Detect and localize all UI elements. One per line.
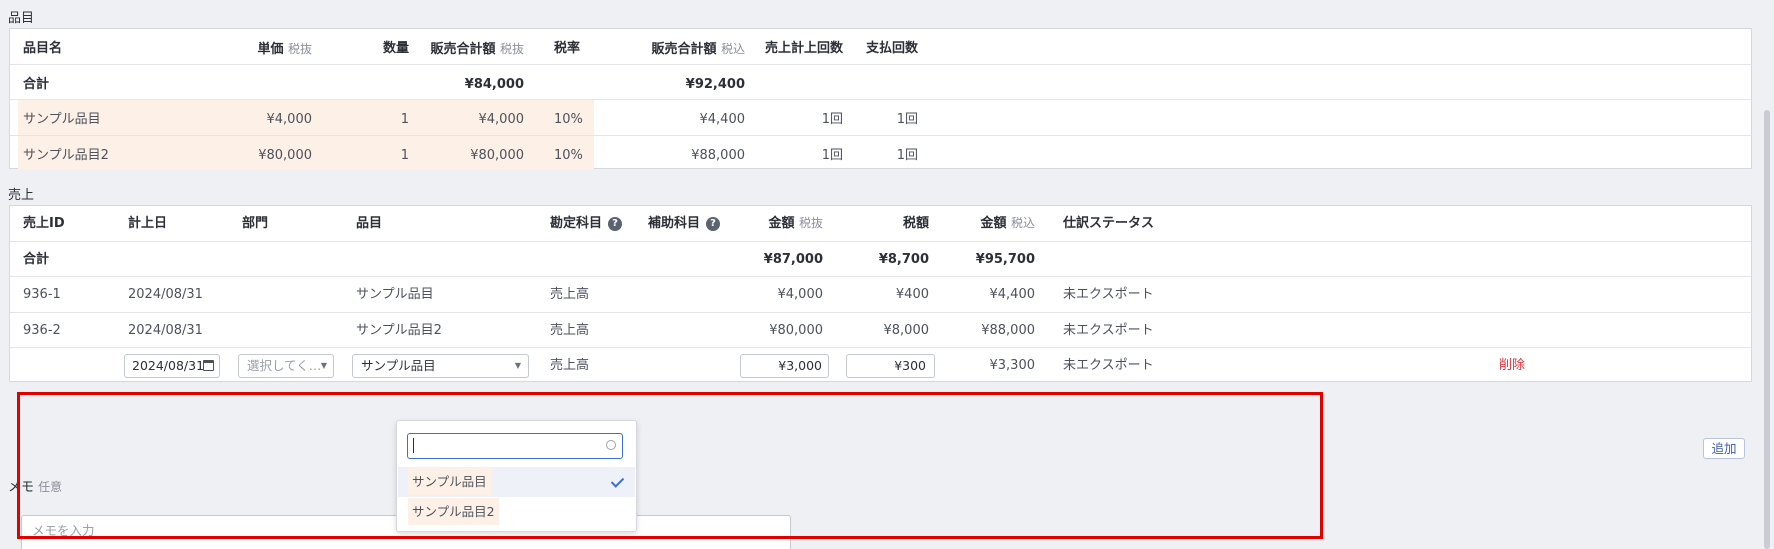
- items-total-row: 合計 ¥84,000 ¥92,400: [10, 64, 1751, 104]
- col-item-name: 品目名: [23, 41, 63, 56]
- count-sales: 1回: [821, 112, 843, 127]
- sales-id: 936-2: [23, 323, 61, 338]
- item-select[interactable]: サンプル品目 ▼: [352, 354, 529, 378]
- sales-account: 売上高: [550, 287, 590, 302]
- col-sales-id: 売上ID: [23, 216, 65, 231]
- caret-down-icon: ▼: [320, 361, 327, 370]
- col-account: 勘定科目?: [550, 206, 623, 241]
- col-unit-price: 単価 税抜: [257, 42, 312, 57]
- count-payments: 1回: [896, 112, 918, 127]
- amount-input[interactable]: ¥3,000: [740, 354, 829, 378]
- total-amount-incl: ¥95,700: [975, 252, 1035, 267]
- col-count-sales: 売上計上回数: [764, 41, 843, 56]
- table-row: 936-2 2024/08/31 サンプル品目2 売上高 ¥80,000 ¥8,…: [10, 312, 1751, 347]
- qty: 1: [400, 148, 409, 163]
- sales-amount: ¥4,000: [777, 287, 824, 302]
- col-sub-account: 補助科目?: [648, 206, 721, 241]
- item-name: サンプル品目2: [23, 148, 109, 163]
- unit-price: ¥4,000: [266, 112, 313, 127]
- col-dept: 部門: [242, 216, 269, 231]
- sales-total-incl: ¥88,000: [691, 148, 745, 163]
- sales-tax: ¥400: [895, 287, 929, 302]
- sales-date: 2024/08/31: [128, 287, 203, 302]
- total-amount: ¥87,000: [763, 252, 823, 267]
- col-qty: 数量: [382, 41, 409, 56]
- edit-status: 未エクスポート: [1063, 358, 1154, 373]
- sales-total-row: 合計 ¥87,000 ¥8,700 ¥95,700: [10, 241, 1751, 276]
- total-label: 合計: [23, 252, 50, 267]
- count-payments: 1回: [896, 148, 918, 163]
- unit-price: ¥80,000: [258, 148, 312, 163]
- col-tax-rate: 税率: [554, 41, 581, 56]
- col-amount: 金額 税抜: [768, 216, 823, 231]
- items-table: 品目名 単価 税抜 数量 販売合計額 税抜 税率 販売合計額 税込 売上計上回数…: [9, 28, 1752, 170]
- sales-item: サンプル品目2: [356, 323, 442, 338]
- col-amount-incl: 金額 税込: [980, 216, 1035, 231]
- sales-item: サンプル品目: [356, 287, 434, 302]
- help-icon[interactable]: ?: [608, 216, 623, 231]
- sales-tax: ¥8,000: [883, 323, 930, 338]
- table-row: 936-1 2024/08/31 サンプル品目 売上高 ¥4,000 ¥400 …: [10, 276, 1751, 312]
- edit-amount-incl: ¥3,300: [989, 358, 1036, 373]
- date-input[interactable]: 2024/08/31: [124, 354, 220, 378]
- sales-account: 売上高: [550, 323, 590, 338]
- dept-select[interactable]: 選択してく… ▼: [238, 354, 334, 378]
- sales-total: ¥80,000: [470, 148, 524, 163]
- scrollbar-thumb[interactable]: [1764, 110, 1770, 549]
- sales-status: 未エクスポート: [1063, 323, 1154, 338]
- sales-edit-row: 2024/08/31 選択してく… ▼ サンプル品目 ▼ 売上高 ¥3,000 …: [10, 347, 1751, 382]
- total-tax: ¥8,700: [878, 252, 929, 267]
- item-name: サンプル品目: [23, 112, 101, 127]
- edit-account: 売上高: [550, 358, 590, 373]
- sales-header-row: 売上ID 計上日 部門 品目 勘定科目? 補助科目? 金額 税抜 税額 金額 税…: [10, 206, 1751, 241]
- col-tax: 税額: [902, 216, 929, 231]
- sales-amount-incl: ¥88,000: [981, 323, 1035, 338]
- count-sales: 1回: [821, 148, 843, 163]
- col-sales-total-incl: 販売合計額 税込: [651, 42, 745, 57]
- tax-input[interactable]: ¥300: [846, 354, 935, 378]
- col-sales-total: 販売合計額 税抜: [430, 42, 524, 57]
- sales-date: 2024/08/31: [128, 323, 203, 338]
- sales-table: 売上ID 計上日 部門 品目 勘定科目? 補助科目? 金額 税抜 税額 金額 税…: [9, 205, 1752, 382]
- col-count-payments: 支払回数: [865, 41, 918, 56]
- col-item: 品目: [356, 216, 383, 231]
- annotation-highlight-box: [17, 392, 1323, 539]
- sales-section-title: 売上: [8, 188, 35, 203]
- delete-button[interactable]: 削除: [1499, 348, 1525, 383]
- table-row: サンプル品目2 ¥80,000 1 ¥80,000 10% ¥88,000 1回…: [10, 135, 1751, 170]
- sales-id: 936-1: [23, 287, 61, 302]
- sales-total: ¥4,000: [478, 112, 525, 127]
- tax-rate: 10%: [554, 148, 583, 163]
- sales-total-incl: ¥4,400: [699, 112, 746, 127]
- tax-rate: 10%: [554, 112, 583, 127]
- items-section-title: 品目: [8, 11, 35, 26]
- calendar-icon[interactable]: [203, 360, 214, 371]
- col-date: 計上日: [128, 216, 168, 231]
- add-button[interactable]: 追加: [1703, 438, 1745, 459]
- sales-amount: ¥80,000: [769, 323, 823, 338]
- qty: 1: [400, 112, 409, 127]
- col-status: 仕訳ステータス: [1063, 216, 1155, 231]
- sales-status: 未エクスポート: [1063, 287, 1154, 302]
- sales-amount-incl: ¥4,400: [989, 287, 1036, 302]
- caret-down-icon: ▼: [514, 361, 521, 370]
- table-row: サンプル品目 ¥4,000 1 ¥4,000 10% ¥4,400 1回 1回: [10, 99, 1751, 135]
- help-icon[interactable]: ?: [706, 216, 721, 231]
- items-header-row: 品目名 単価 税抜 数量 販売合計額 税抜 税率 販売合計額 税込 売上計上回数…: [10, 29, 1751, 69]
